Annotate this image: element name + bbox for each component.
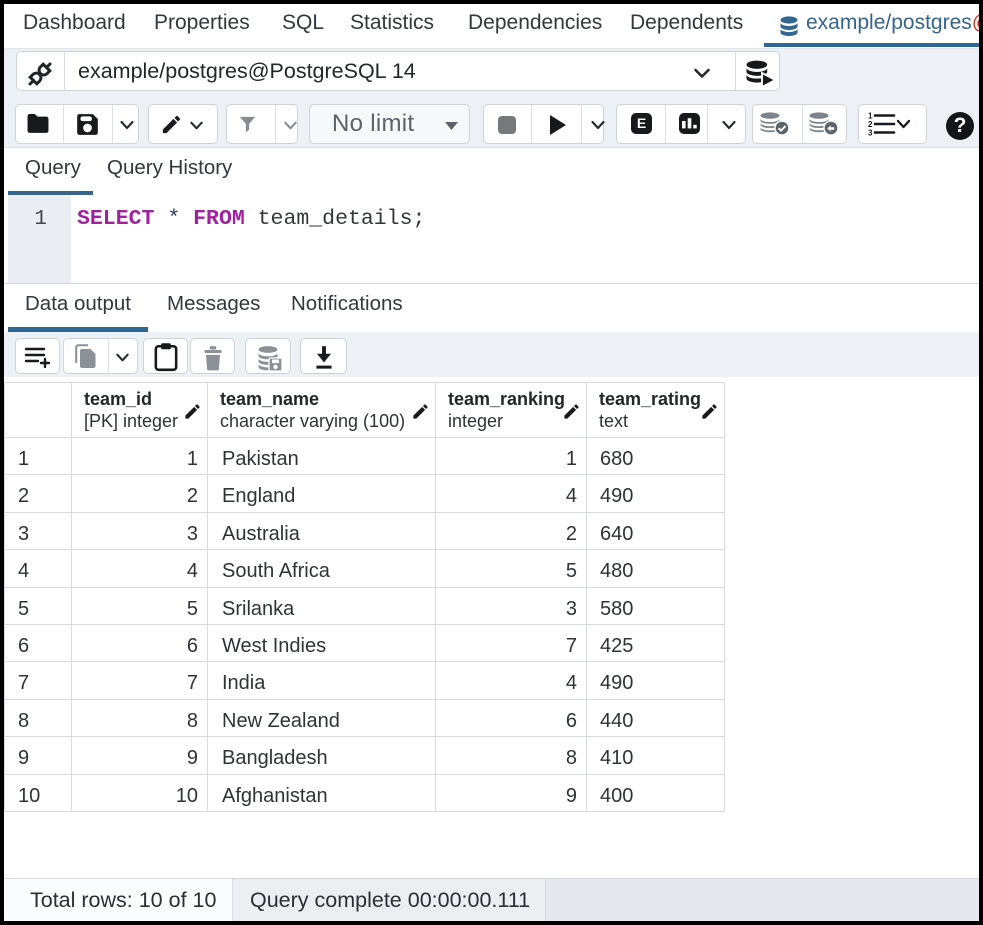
svg-text:3: 3 xyxy=(868,129,873,138)
